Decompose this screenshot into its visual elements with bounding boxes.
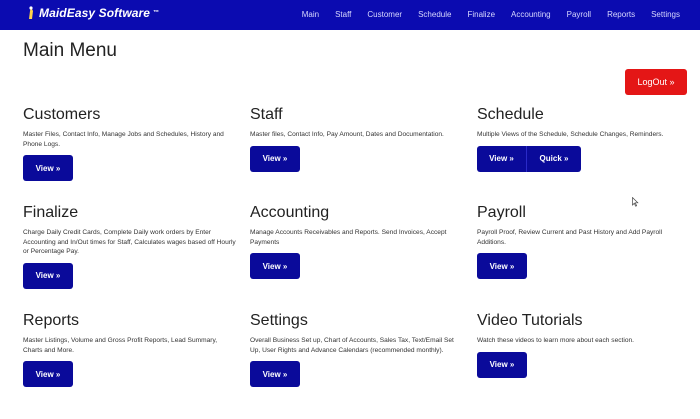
payroll-view-button[interactable]: View » [477,253,527,280]
schedule-view-button[interactable]: View » [477,145,527,172]
finalize-view-button[interactable]: View » [23,262,73,289]
nav-schedule[interactable]: Schedule [410,0,459,30]
nav-settings[interactable]: Settings [643,0,688,30]
section-settings: Settings Overall Business Set up, Chart … [250,312,465,388]
maid-logo-icon [26,6,36,20]
section-accounting: Accounting Manage Accounts Receivables a… [250,204,465,280]
section-description: Manage Accounts Receivables and Reports.… [250,229,447,246]
section-description: Overall Business Set up, Chart of Accoun… [250,337,454,354]
nav-accounting[interactable]: Accounting [503,0,559,30]
nav-reports[interactable]: Reports [599,0,643,30]
section-title: Staff [250,106,283,123]
page-title: Main Menu [23,40,117,61]
section-title: Payroll [477,204,526,221]
section-staff: Staff Master files, Contact Info, Pay Am… [250,106,465,172]
section-description: Master files, Contact Info, Pay Amount, … [250,131,444,138]
section-description: Charge Daily Credit Cards, Complete Dail… [23,229,236,256]
video-tutorials-view-button[interactable]: View » [477,351,527,378]
section-title: Reports [23,312,80,329]
nav-customer[interactable]: Customer [359,0,410,30]
section-title: Schedule [477,106,544,123]
section-description: Multiple Views of the Schedule, Schedule… [477,131,664,138]
schedule-button-group: View » Quick » [477,145,692,172]
staff-view-button[interactable]: View » [250,145,300,172]
brand-name: MaidEasy Software [39,6,151,20]
section-reports: Reports Master Listings, Volume and Gros… [23,312,238,388]
section-title: Finalize [23,204,79,221]
section-video-tutorials: Video Tutorials Watch these videos to le… [477,312,692,378]
section-payroll: Payroll Payroll Proof, Review Current an… [477,204,692,280]
reports-view-button[interactable]: View » [23,361,73,388]
nav-finalize[interactable]: Finalize [459,0,503,30]
section-title: Customers [23,106,101,123]
section-finalize: Finalize Charge Daily Credit Cards, Comp… [23,204,238,289]
top-navbar: MaidEasy Software ™ Main Staff Customer S… [0,0,700,30]
section-title: Video Tutorials [477,312,583,329]
section-title: Settings [250,312,308,329]
nav-links: Main Staff Customer Schedule Finalize Ac… [294,0,688,30]
section-customers: Customers Master Files, Contact Info, Ma… [23,106,238,182]
settings-view-button[interactable]: View » [250,361,300,388]
accounting-view-button[interactable]: View » [250,253,300,280]
section-schedule: Schedule Multiple Views of the Schedule,… [477,106,692,172]
schedule-quick-button[interactable]: Quick » [527,145,581,172]
section-description: Watch these videos to learn more about e… [477,337,634,344]
section-title: Accounting [250,204,330,221]
brand-tm: ™ [153,10,160,16]
section-description: Master Listings, Volume and Gross Profit… [23,337,218,354]
nav-main[interactable]: Main [294,0,327,30]
nav-staff[interactable]: Staff [327,0,359,30]
brand-logo[interactable]: MaidEasy Software ™ [26,6,159,20]
section-description: Payroll Proof, Review Current and Past H… [477,229,663,246]
logout-button[interactable]: LogOut » [625,69,687,95]
mouse-cursor-icon [632,194,639,212]
section-description: Master Files, Contact Info, Manage Jobs … [23,131,224,148]
customers-view-button[interactable]: View » [23,155,73,182]
nav-payroll[interactable]: Payroll [559,0,599,30]
